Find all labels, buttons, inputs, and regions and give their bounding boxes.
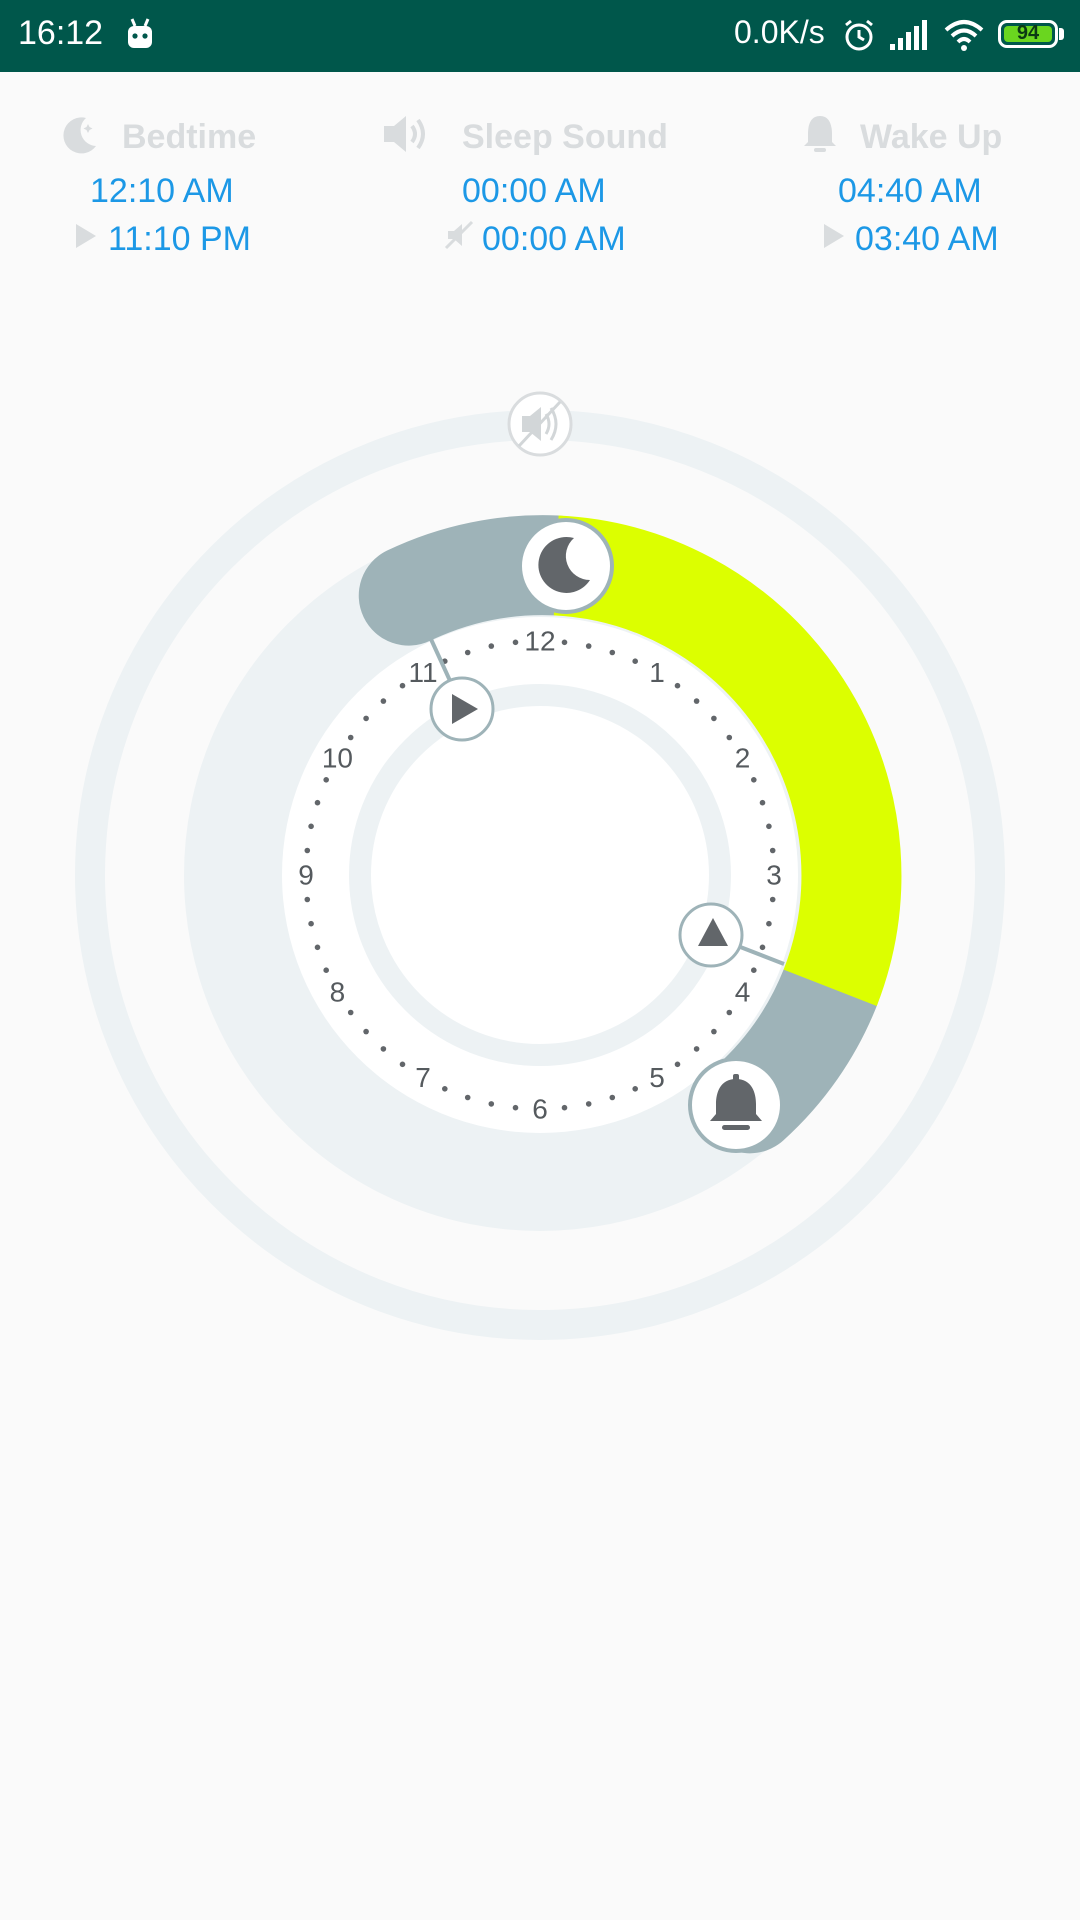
- status-time: 16:12: [18, 14, 104, 52]
- hour-label: 10: [322, 743, 353, 774]
- hour-label: 8: [330, 977, 346, 1008]
- clock-tick: [308, 823, 314, 830]
- network-speed: 0.0K/s: [734, 14, 825, 50]
- clock-tick: [304, 896, 311, 903]
- sleep-dial: 121234567891011: [75, 391, 1005, 1340]
- clock-tick: [632, 1086, 638, 1092]
- wifi-icon: [944, 20, 984, 51]
- signal-icon: [890, 20, 927, 50]
- clock-tick: [711, 715, 717, 722]
- clock-tick: [674, 1061, 681, 1068]
- clock-tick: [609, 1094, 616, 1101]
- clock-tick: [726, 1009, 733, 1016]
- hour-label: 7: [415, 1062, 431, 1093]
- battery-icon: 94: [998, 20, 1058, 48]
- clock-tick: [632, 658, 638, 664]
- clock-tick: [512, 639, 519, 646]
- clock-tick: [314, 944, 321, 951]
- clock-tick: [347, 734, 354, 741]
- clock-tick: [751, 967, 757, 973]
- android-icon: [128, 18, 152, 48]
- bell-icon: [804, 116, 836, 152]
- wake-up-time[interactable]: 04:40 AM: [838, 172, 982, 211]
- clock-tick: [766, 920, 772, 927]
- clock-tick: [464, 649, 471, 656]
- clock-tick: [561, 639, 568, 646]
- clock-tick: [693, 698, 700, 704]
- clock-tick: [464, 1094, 471, 1101]
- clock-tick: [585, 1101, 592, 1107]
- wake-up-start-time[interactable]: 03:40 AM: [855, 220, 999, 259]
- clock-tick: [585, 643, 592, 649]
- sleep-sound-label: Sleep Sound: [462, 118, 668, 156]
- clock-tick: [399, 682, 406, 689]
- hour-label: 2: [735, 743, 751, 774]
- bedtime-label: Bedtime: [122, 118, 257, 156]
- hour-label: 3: [766, 860, 782, 891]
- clock-tick: [769, 896, 776, 903]
- sleep-sound-handle[interactable]: [507, 391, 573, 457]
- clock-tick: [308, 920, 314, 927]
- clock-tick: [314, 799, 321, 806]
- speaker-muted-icon: [444, 220, 474, 250]
- play-icon: [76, 224, 96, 248]
- clock-tick: [363, 715, 369, 722]
- hour-label: 5: [649, 1062, 665, 1093]
- wake-up-handle[interactable]: [688, 1057, 784, 1153]
- wake-up-section[interactable]: Wake Up 04:40 AM 03:40 AM: [720, 112, 1050, 258]
- alarm-icon: [845, 19, 873, 51]
- hour-label: 6: [532, 1094, 548, 1125]
- clock-tick: [726, 734, 733, 741]
- clock-tick: [609, 649, 616, 656]
- hour-label: 1: [649, 657, 665, 688]
- clock-tick: [363, 1028, 369, 1035]
- sleep-sound-stop-time[interactable]: 00:00 AM: [482, 220, 626, 259]
- clock-tick: [766, 823, 772, 830]
- sleep-sound-section[interactable]: Sleep Sound 00:00 AM 00:00 AM: [382, 112, 712, 258]
- clock-tick: [512, 1104, 519, 1111]
- clock-tick: [759, 944, 766, 951]
- status-bar: 16:12 0.0K/s 94: [0, 0, 1080, 72]
- sleep-sound-time[interactable]: 00:00 AM: [462, 172, 606, 211]
- bedtime-handle[interactable]: [518, 518, 614, 614]
- play-icon: [824, 224, 844, 248]
- clock-tick: [769, 847, 776, 854]
- clock-tick: [323, 967, 330, 973]
- clock-tick: [323, 777, 330, 783]
- clock-tick: [751, 777, 757, 783]
- clock-tick: [561, 1104, 568, 1111]
- moon-icon: [63, 117, 96, 154]
- clock-tick: [711, 1028, 717, 1035]
- hour-label: 12: [524, 626, 555, 657]
- clock-tick: [347, 1009, 354, 1016]
- bedtime-start-time[interactable]: 11:10 PM: [108, 220, 251, 259]
- wake-up-label: Wake Up: [860, 118, 1003, 156]
- clock-tick: [674, 682, 681, 689]
- clock-tick: [380, 698, 387, 704]
- clock-tick: [759, 799, 766, 806]
- hour-label: 9: [298, 860, 314, 891]
- hour-label: 11: [408, 657, 437, 688]
- clock-tick: [488, 643, 495, 649]
- bedtime-time[interactable]: 12:10 AM: [90, 172, 234, 211]
- clock-tick: [380, 1046, 387, 1052]
- clock-tick: [442, 1086, 448, 1092]
- battery-level: 94: [1016, 22, 1040, 44]
- wake-start-handle[interactable]: [678, 902, 744, 968]
- clock-tick: [399, 1061, 406, 1068]
- speaker-icon: [384, 116, 425, 152]
- clock-tick: [488, 1101, 495, 1107]
- clock-tick: [693, 1046, 700, 1052]
- bedtime-start-handle[interactable]: [429, 676, 495, 742]
- clock-tick: [304, 847, 311, 854]
- bedtime-section[interactable]: Bedtime 12:10 AM 11:10 PM: [50, 112, 380, 258]
- hour-label: 4: [735, 977, 751, 1008]
